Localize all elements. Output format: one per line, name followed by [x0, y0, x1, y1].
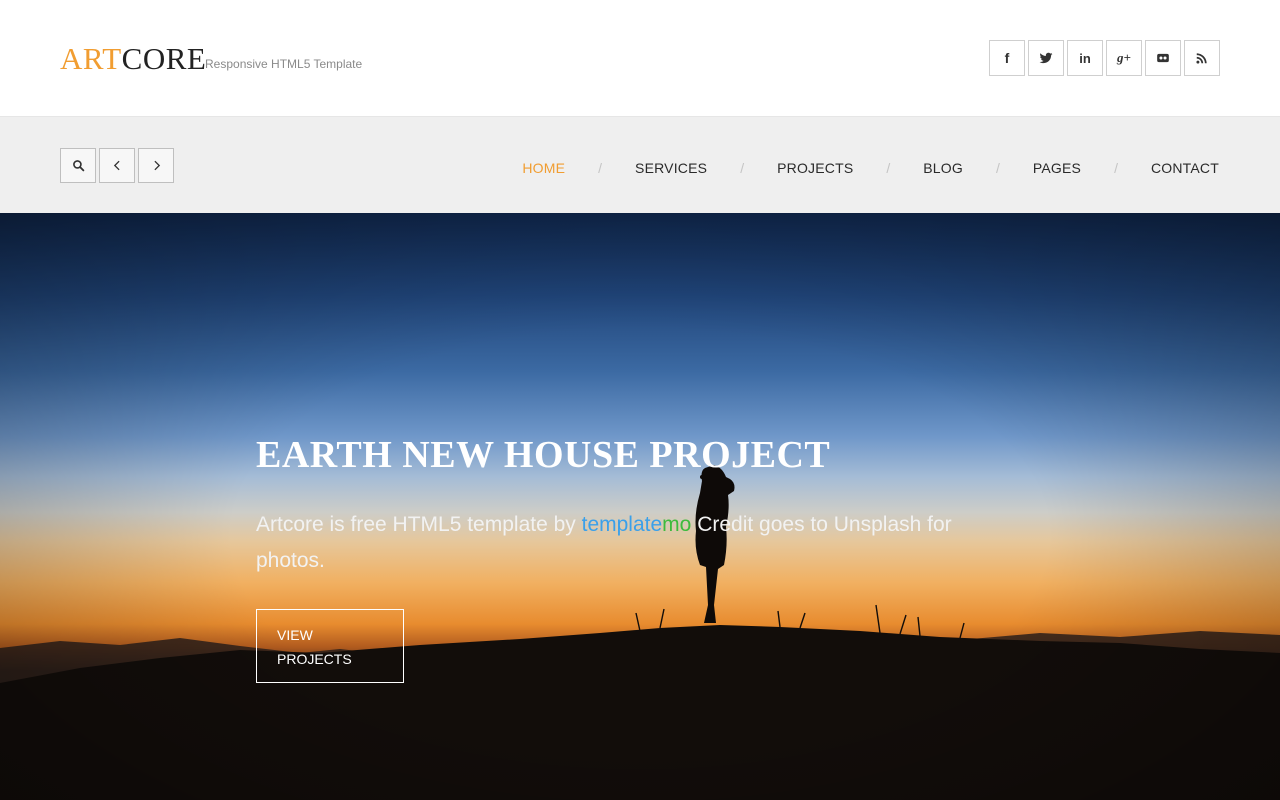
nav-separator: /	[1114, 160, 1118, 176]
chevron-right-icon	[153, 160, 160, 171]
main-menu: HOME / SERVICES / PROJECTS / BLOG / PAGE…	[522, 160, 1219, 176]
nav-item-projects[interactable]: PROJECTS	[777, 160, 853, 176]
google-plus-icon: g+	[1117, 50, 1131, 65]
nav-separator: /	[886, 160, 891, 176]
logo-part-core: CORE	[121, 41, 207, 76]
rss-button[interactable]	[1184, 40, 1220, 76]
flickr-icon	[1157, 53, 1169, 63]
slider-controls	[60, 148, 174, 183]
nav-item-home[interactable]: HOME	[522, 160, 565, 176]
hero-title: EARTH NEW HOUSE PROJECT	[256, 434, 831, 476]
main-navbar: HOME / SERVICES / PROJECTS / BLOG / PAGE…	[0, 117, 1280, 213]
hero-slider: EARTH NEW HOUSE PROJECT Artcore is free …	[0, 213, 1280, 800]
nav-item-blog[interactable]: BLOG	[923, 160, 963, 176]
nav-separator: /	[995, 160, 1000, 176]
hero-description: Artcore is free HTML5 template by templa…	[256, 507, 976, 579]
nav-separator: /	[740, 160, 745, 176]
facebook-icon: f	[1004, 50, 1010, 66]
view-projects-button[interactable]: VIEW PROJECTS	[256, 609, 404, 683]
twitter-icon	[1039, 52, 1053, 64]
hero-text-before: Artcore is free HTML5 template by	[256, 513, 582, 536]
site-tagline: Responsive HTML5 Template	[205, 57, 363, 71]
facebook-button[interactable]: f	[989, 40, 1025, 76]
rss-icon	[1196, 53, 1207, 64]
next-slide-button[interactable]	[138, 148, 174, 183]
google-plus-button[interactable]: g+	[1106, 40, 1142, 76]
templatemo-link-part1[interactable]: template	[582, 513, 663, 536]
chevron-left-icon	[113, 160, 120, 171]
site-logo[interactable]: ARTCORE	[60, 40, 206, 78]
prev-slide-button[interactable]	[99, 148, 135, 183]
logo-part-art: ART	[60, 41, 122, 76]
nav-item-pages[interactable]: PAGES	[1033, 160, 1081, 176]
nav-item-services[interactable]: SERVICES	[635, 160, 707, 176]
linkedin-button[interactable]: in	[1067, 40, 1103, 76]
nav-item-contact[interactable]: CONTACT	[1151, 160, 1219, 176]
templatemo-link-part2[interactable]: mo	[662, 513, 691, 536]
search-icon	[72, 160, 84, 172]
nav-separator: /	[598, 160, 603, 176]
site-header: ARTCORE Responsive HTML5 Template f in g…	[0, 0, 1280, 117]
social-links: f in g+	[989, 40, 1220, 76]
flickr-button[interactable]	[1145, 40, 1181, 76]
linkedin-icon: in	[1079, 50, 1091, 66]
search-button[interactable]	[60, 148, 96, 183]
twitter-button[interactable]	[1028, 40, 1064, 76]
